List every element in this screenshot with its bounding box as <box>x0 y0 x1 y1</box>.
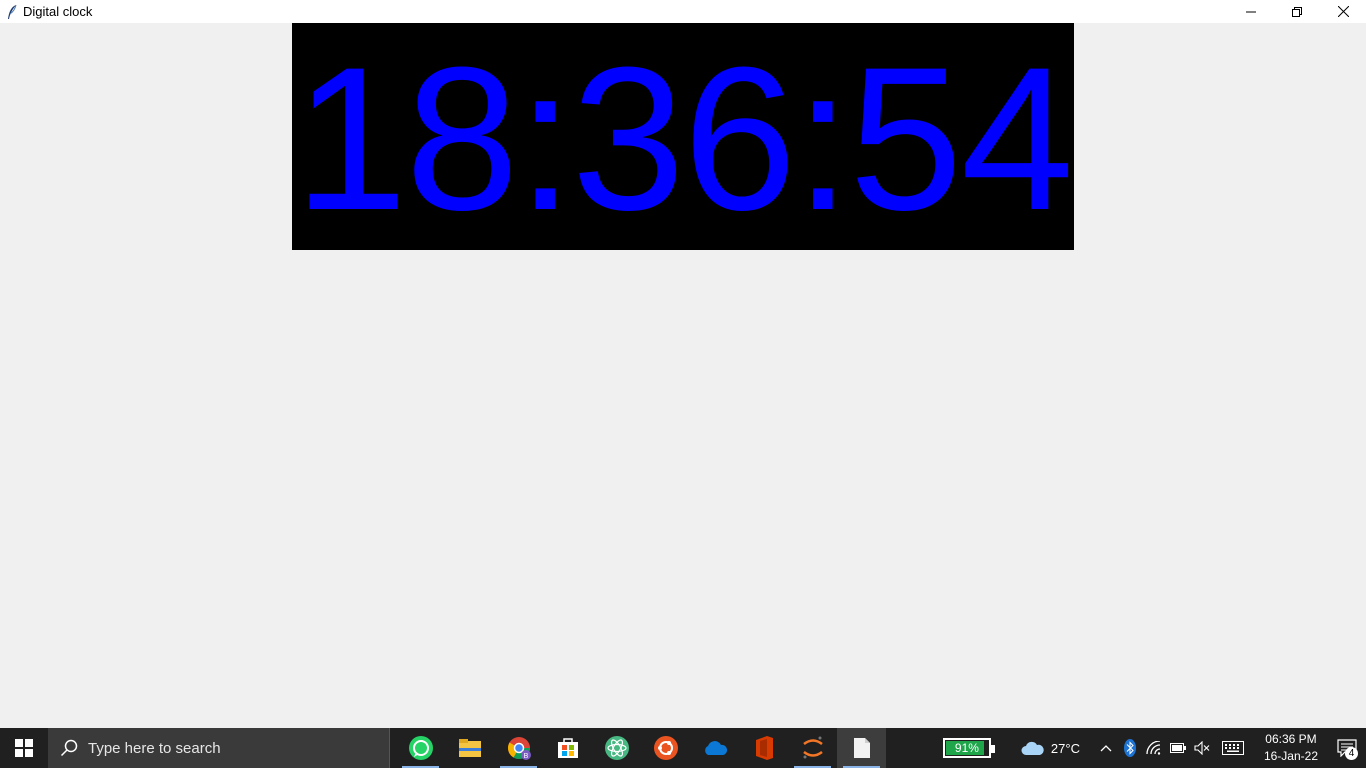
clock-time: 18:36:54 <box>293 24 1074 250</box>
app-window: Digital clock 18:36:54 <box>0 0 1366 728</box>
minimize-button[interactable] <box>1228 0 1274 23</box>
jupyter-button[interactable] <box>788 728 837 768</box>
jupyter-icon <box>802 736 823 759</box>
battery-percent: 91% <box>954 741 979 755</box>
keyboard-icon <box>1221 741 1244 755</box>
system-tray: 91% 27°C 06:36 PM 16-Jan-22 4 <box>942 728 1366 768</box>
svg-text:B: B <box>523 753 528 760</box>
onedrive-button[interactable] <box>690 728 739 768</box>
cloud-icon <box>1021 741 1044 755</box>
ubuntu-button[interactable] <box>641 728 690 768</box>
microsoft-store-icon <box>557 738 578 758</box>
close-button[interactable] <box>1320 0 1366 23</box>
touch-keyboard-button[interactable] <box>1214 728 1252 768</box>
bluetooth-button[interactable] <box>1118 728 1142 768</box>
search-icon <box>60 739 78 757</box>
office-icon <box>755 736 773 760</box>
clock-display: 18:36:54 <box>292 23 1074 250</box>
onedrive-icon <box>704 741 727 755</box>
feather-icon <box>4 4 20 20</box>
volume-muted-icon <box>1194 741 1210 755</box>
microsoft-store-button[interactable] <box>543 728 592 768</box>
close-icon <box>1337 6 1349 17</box>
atom-button[interactable] <box>592 728 641 768</box>
volume-button[interactable] <box>1190 728 1214 768</box>
restore-icon <box>1292 6 1302 17</box>
file-explorer-button[interactable] <box>445 728 494 768</box>
weather-widget[interactable]: 27°C <box>1021 740 1080 756</box>
chrome-button[interactable]: B <box>494 728 543 768</box>
clock-and-date[interactable]: 06:36 PM 16-Jan-22 <box>1264 731 1318 765</box>
taskbar-date: 16-Jan-22 <box>1263 749 1318 763</box>
show-hidden-icons-button[interactable] <box>1094 728 1118 768</box>
atom-icon <box>604 736 629 760</box>
battery-status-button[interactable] <box>1166 728 1190 768</box>
taskbar: Type here to search B 91% 27°C 06:36 PM … <box>0 728 1366 768</box>
notification-center-button[interactable]: 4 <box>1328 728 1366 768</box>
notification-count: 4 <box>1345 747 1358 760</box>
chrome-icon: B <box>507 737 531 760</box>
window-title: Digital clock <box>23 4 93 19</box>
window-controls <box>1228 0 1366 23</box>
search-placeholder: Type here to search <box>88 739 221 757</box>
wifi-icon <box>1146 741 1161 755</box>
restore-button[interactable] <box>1274 0 1320 23</box>
battery-nub <box>990 745 995 753</box>
search-box[interactable]: Type here to search <box>48 728 390 768</box>
file-explorer-icon <box>458 739 481 757</box>
title-bar[interactable]: Digital clock <box>0 0 1366 23</box>
whatsapp-button[interactable] <box>396 728 445 768</box>
windows-icon <box>15 739 33 757</box>
office-button[interactable] <box>739 728 788 768</box>
wifi-button[interactable] <box>1142 728 1166 768</box>
minimize-icon <box>1246 11 1256 12</box>
start-button[interactable] <box>0 728 48 768</box>
battery-widget[interactable]: 91% <box>942 738 995 758</box>
whatsapp-icon <box>408 736 433 760</box>
pinned-apps: B <box>396 728 886 768</box>
ubuntu-icon <box>653 736 678 760</box>
taskbar-time: 06:36 PM <box>1265 732 1317 746</box>
weather-temperature: 27°C <box>1050 740 1080 756</box>
chevron-up-icon <box>1100 745 1112 752</box>
bluetooth-icon <box>1123 739 1136 757</box>
notepad-button[interactable] <box>837 728 886 768</box>
notepad-icon <box>853 738 870 758</box>
battery-icon <box>1169 743 1186 753</box>
